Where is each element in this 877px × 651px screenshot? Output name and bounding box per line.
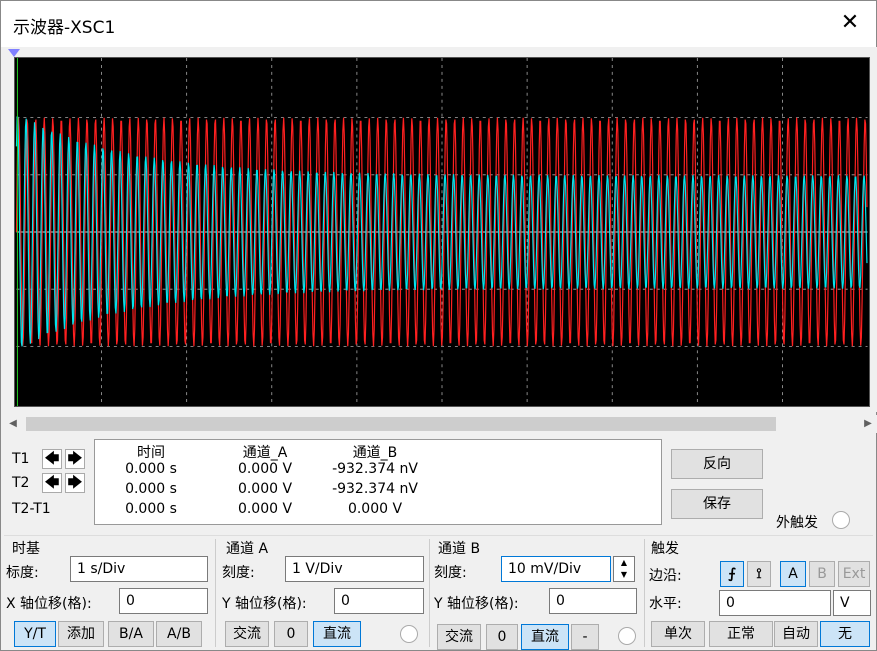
ext-trigger-label: 外触发 — [776, 515, 818, 531]
trigger-none-button[interactable]: 无 — [820, 621, 870, 647]
scope-display-area — [4, 47, 877, 412]
t2-label: T2 — [12, 475, 30, 491]
channel-a-scale-label: 刻度: — [222, 565, 255, 581]
mode-ab-button[interactable]: A/B — [156, 621, 202, 647]
readout-header-time: 时间 — [137, 445, 165, 461]
trigger-edge-label: 边沿: — [649, 568, 682, 584]
readout-t1-ch-a: 0.000 V — [237, 461, 293, 477]
t1-cursor-marker — [8, 49, 20, 57]
t2-left-arrow-icon[interactable]: 🡄 — [42, 473, 62, 493]
readout-t2-ch-a: 0.000 V — [237, 481, 293, 497]
timebase-scale-field[interactable]: 1 s/Div — [70, 556, 208, 582]
channel-a-ypos-field[interactable]: 0 — [334, 588, 424, 614]
readout-t1-ch-b: -932.374 nV — [332, 461, 418, 477]
channel-b-title: 通道 B — [438, 541, 481, 557]
mode-add-button[interactable]: 添加 — [58, 621, 104, 647]
spin-down-icon[interactable]: ▼ — [614, 569, 634, 581]
cursor-readout: 时间 通道_A 通道_B 0.000 s 0.000 V -932.374 nV… — [94, 439, 662, 525]
channel-b-radio[interactable] — [618, 627, 636, 645]
mode-yt-button[interactable]: Y/T — [14, 621, 56, 647]
scroll-right-icon[interactable]: ▶ — [859, 415, 877, 433]
reverse-button[interactable]: 反向 — [671, 449, 763, 479]
x-position-field[interactable]: 0 — [119, 588, 208, 614]
trigger-source-a-button[interactable]: A — [780, 561, 806, 587]
oscilloscope-window: 示波器-XSC1 ✕ ◀ ▶ T1 🡄 🡆 T2 🡄 🡆 T2-T1 时间 通道… — [0, 0, 877, 651]
t1-right-arrow-icon[interactable]: 🡆 — [65, 449, 85, 469]
channel-a-zero-button[interactable]: 0 — [274, 621, 308, 647]
rising-edge-icon[interactable]: ⨍ — [720, 561, 744, 587]
channel-b-dc-button[interactable]: 直流 — [521, 624, 569, 650]
timebase-title: 时基 — [12, 541, 40, 557]
trigger-normal-button[interactable]: 正常 — [709, 621, 773, 647]
channel-a-title: 通道 A — [226, 541, 269, 557]
readout-diff-ch-a: 0.000 V — [237, 501, 293, 517]
trigger-source-b-button[interactable]: B — [809, 561, 835, 587]
trigger-title: 触发 — [651, 541, 679, 557]
channel-a-ac-button[interactable]: 交流 — [225, 621, 269, 647]
readout-t2-time: 0.000 s — [125, 481, 177, 497]
trigger-single-button[interactable]: 单次 — [651, 621, 705, 647]
t1-left-arrow-icon[interactable]: 🡄 — [42, 449, 62, 469]
window-title: 示波器-XSC1 — [13, 18, 116, 38]
channel-a-radio[interactable] — [400, 625, 418, 643]
scroll-left-icon[interactable]: ◀ — [4, 415, 22, 433]
t2-right-arrow-icon[interactable]: 🡆 — [65, 473, 85, 493]
channel-b-ac-button[interactable]: 交流 — [437, 624, 481, 650]
title-bar[interactable]: 示波器-XSC1 ✕ — [1, 1, 876, 47]
channel-b-invert-button[interactable]: - — [571, 624, 599, 650]
channel-b-ypos-field[interactable]: 0 — [549, 588, 637, 614]
trigger-source-ext-button[interactable]: Ext — [838, 561, 870, 587]
channel-b-zero-button[interactable]: 0 — [486, 624, 518, 650]
trigger-auto-button[interactable]: 自动 — [774, 621, 818, 647]
channel-a-ypos-label: Y 轴位移(格): — [222, 596, 307, 612]
channel-b-scale-field[interactable]: 10 mV/Div — [501, 556, 611, 582]
trigger-level-field[interactable]: 0 — [719, 590, 831, 616]
channel-b-ypos-label: Y 轴位移(格): — [434, 596, 519, 612]
save-button[interactable]: 保存 — [671, 489, 763, 519]
readout-t2-ch-b: -932.374 nV — [332, 481, 418, 497]
t2t1-label: T2-T1 — [12, 501, 51, 517]
scrollbar-thumb[interactable] — [26, 417, 776, 431]
ext-trigger-radio[interactable] — [832, 511, 850, 529]
t1-label: T1 — [12, 451, 30, 467]
spin-up-icon[interactable]: ▲ — [614, 557, 634, 569]
close-icon[interactable]: ✕ — [838, 11, 862, 35]
mode-ba-button[interactable]: B/A — [108, 621, 154, 647]
channel-b-scale-spinner[interactable]: ▲ ▼ — [613, 556, 635, 582]
readout-header-ch-a: 通道_A — [242, 445, 288, 461]
channel-b-scale-label: 刻度: — [434, 565, 467, 581]
readout-diff-ch-b: 0.000 V — [347, 501, 403, 517]
horizontal-scrollbar[interactable]: ◀ ▶ — [4, 415, 877, 433]
trigger-level-label: 水平: — [649, 596, 682, 612]
channel-a-dc-button[interactable]: 直流 — [313, 621, 361, 647]
timebase-scale-label: 标度: — [6, 565, 39, 581]
trigger-level-unit[interactable]: V — [833, 590, 871, 616]
x-position-label: X 轴位移(格): — [6, 596, 92, 612]
readout-diff-time: 0.000 s — [125, 501, 177, 517]
falling-edge-icon[interactable]: ⟟ — [747, 561, 771, 587]
readout-header-ch-b: 通道_B — [352, 445, 398, 461]
scope-screen[interactable] — [14, 57, 870, 407]
control-panel: T1 🡄 🡆 T2 🡄 🡆 T2-T1 时间 通道_A 通道_B 0.000 s… — [4, 435, 875, 650]
readout-t1-time: 0.000 s — [125, 461, 177, 477]
channel-a-scale-field[interactable]: 1 V/Div — [285, 556, 424, 582]
